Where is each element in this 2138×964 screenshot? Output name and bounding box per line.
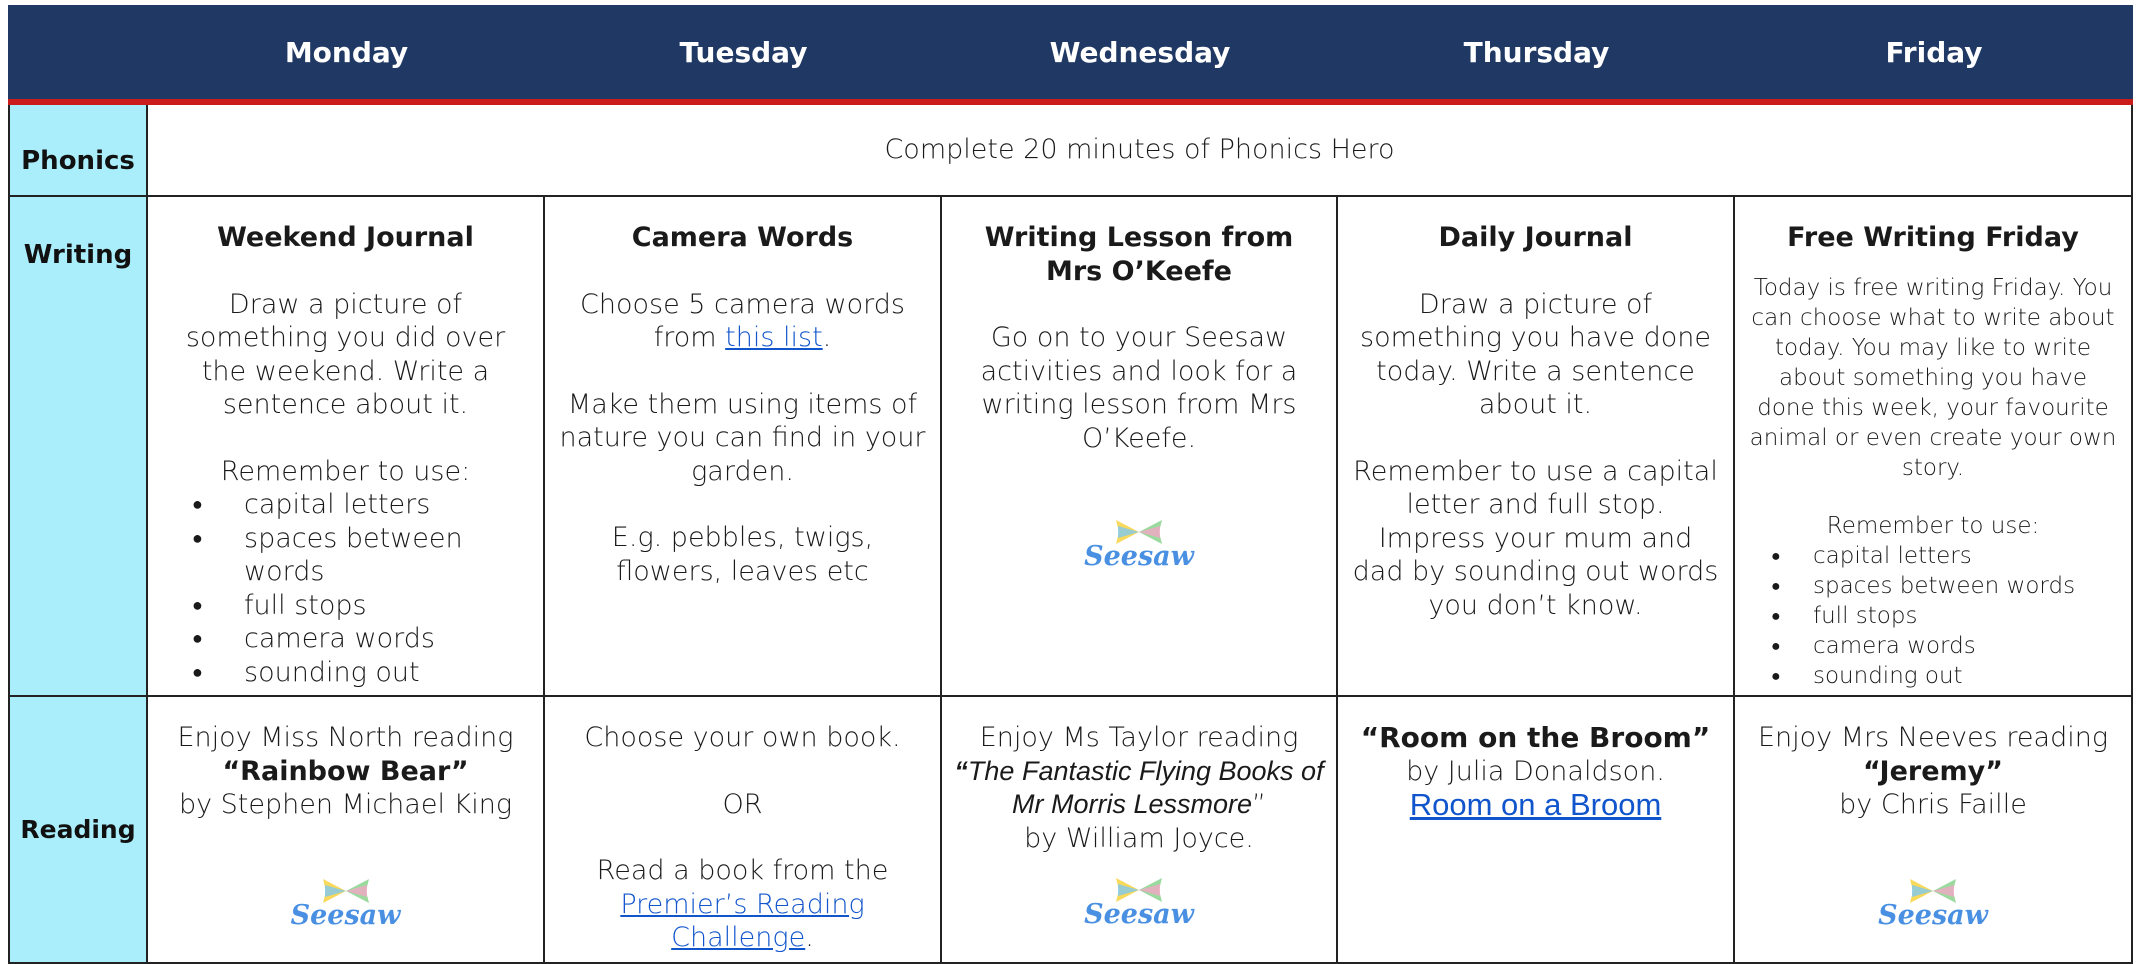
seesaw-logo-text: Seesaw [1084, 541, 1194, 572]
reading-friday-cell: Enjoy Mrs Neeves reading “Jeremy” by Chr… [1735, 697, 2133, 964]
reading-wednesday-book-line: “The Fantastic Flying Books of Mr Morris… [954, 755, 1324, 822]
seesaw-logo-text: Seesaw [290, 899, 401, 931]
writing-friday-remember: Remember to use: [1826, 512, 2040, 539]
camera-words-list-link[interactable]: this list [725, 322, 823, 353]
seesaw-logo-text: Seesaw [1084, 899, 1194, 930]
reading-thursday-author: by Julia Donaldson. [1406, 755, 1665, 787]
writing-tuesday-text: Choose 5 camera words from this list. [557, 288, 928, 355]
room-on-a-broom-link[interactable]: Room on a Broom [1410, 787, 1662, 822]
reading-wednesday-cell: Enjoy Ms Taylor reading “The Fantastic F… [942, 697, 1338, 964]
reading-tuesday-cell: Choose your own book. OR Read a book fro… [545, 697, 942, 964]
writing-monday-cell: Weekend Journal Draw a picture of someth… [148, 197, 545, 697]
reading-tuesday-line2: Read a book from the [596, 855, 889, 886]
reading-thursday-cell: “Room on the Broom” by Julia Donaldson. … [1338, 697, 1735, 964]
writing-tuesday-para2: Make them using items of nature you can … [559, 388, 926, 487]
row-label-phonics: Phonics [8, 105, 148, 197]
writing-tuesday-para3: E.g. pebbles, twigs, flowers, leaves etc [611, 522, 874, 587]
reading-monday-cell: Enjoy Miss North reading “Rainbow Bear” … [148, 697, 545, 964]
row-label-reading: Reading [8, 697, 148, 964]
phonics-task: Complete 20 minutes of Phonics Hero [148, 105, 2133, 197]
seesaw-logo-text: Seesaw [1878, 899, 1988, 931]
weekly-schedule-table: Monday Tuesday Wednesday Thursday Friday… [8, 5, 2133, 964]
list-item: camera words [186, 622, 531, 656]
list-item: full stops [186, 589, 531, 623]
reading-friday-line1: Enjoy Mrs Neeves reading [1757, 722, 2109, 753]
list-item: spaces between words [1765, 571, 2119, 601]
writing-friday-checklist: capital letters spaces between words ful… [1765, 541, 2119, 691]
writing-monday-text: Draw a picture of something you did over… [185, 288, 506, 421]
reading-monday-book: “Rainbow Bear” [222, 755, 469, 787]
writing-thursday-title: Daily Journal [1438, 222, 1633, 253]
list-item: spaces between words [186, 522, 531, 589]
writing-thursday-para2: Remember to use a capital letter and ful… [1352, 455, 1719, 621]
list-item: sounding out [186, 656, 531, 690]
writing-tuesday-cell: Camera Words Choose 5 camera words from … [545, 197, 942, 697]
list-item: full stops [1765, 601, 2119, 631]
reading-wednesday-book: The Fantastic Flying Books of Mr Morris … [967, 755, 1324, 820]
seesaw-logo[interactable]: Seesaw [160, 876, 531, 930]
writing-friday-text: Today is free writing Friday. You can ch… [1749, 274, 2117, 481]
seesaw-logo[interactable]: Seesaw [954, 875, 1324, 929]
writing-friday-cell: Free Writing Friday Today is free writin… [1735, 197, 2133, 697]
writing-wednesday-title: Writing Lesson from Mrs O’Keefe [984, 222, 1294, 287]
day-header-friday: Friday [1735, 5, 2133, 105]
day-header-tuesday: Tuesday [545, 5, 942, 105]
row-label-writing: Writing [8, 197, 148, 697]
reading-tuesday-link-line: Premier’s Reading Challenge. [557, 888, 928, 955]
writing-tuesday-title: Camera Words [631, 222, 854, 253]
reading-wednesday-book-open: “ [954, 755, 968, 786]
reading-friday-author: by Chris Faille [1839, 789, 2027, 820]
list-item: capital letters [186, 488, 531, 522]
reading-friday-book: “Jeremy” [1863, 755, 2003, 787]
writing-monday-remember: Remember to use: [220, 455, 471, 487]
reading-thursday-book: “Room on the Broom” [1360, 721, 1711, 754]
list-item: camera words [1765, 631, 2119, 661]
reading-tuesday-after: . [805, 922, 814, 953]
header-corner-cell [8, 5, 148, 105]
reading-tuesday-or: OR [722, 788, 763, 820]
writing-wednesday-text: Go on to your Seesaw activities and look… [980, 322, 1298, 454]
writing-wednesday-cell: Writing Lesson from Mrs O’Keefe Go on to… [942, 197, 1338, 697]
writing-tuesday-text-after: . [822, 322, 832, 353]
reading-wednesday-book-close: ” [1252, 789, 1267, 820]
writing-friday-title: Free Writing Friday [1787, 222, 2079, 253]
writing-thursday-text: Draw a picture of something you have don… [1360, 288, 1711, 421]
seesaw-logo[interactable]: Seesaw [954, 517, 1324, 571]
reading-monday-author: by Stephen Michael King [178, 789, 513, 820]
writing-monday-checklist: capital letters spaces between words ful… [186, 488, 531, 689]
premiers-reading-challenge-link[interactable]: Premier’s Reading Challenge [620, 889, 864, 954]
writing-monday-title: Weekend Journal [217, 222, 474, 253]
reading-monday-line1: Enjoy Miss North reading [177, 722, 514, 753]
reading-wednesday-line1: Enjoy Ms Taylor reading [979, 722, 1299, 753]
day-header-monday: Monday [148, 5, 545, 105]
reading-wednesday-author: by William Joyce. [1024, 822, 1254, 854]
list-item: sounding out [1765, 661, 2119, 691]
reading-tuesday-line1: Choose your own book. [584, 722, 901, 753]
list-item: capital letters [1765, 541, 2119, 571]
day-header-wednesday: Wednesday [942, 5, 1338, 105]
writing-thursday-cell: Daily Journal Draw a picture of somethin… [1338, 197, 1735, 697]
day-header-thursday: Thursday [1338, 5, 1735, 105]
seesaw-logo[interactable]: Seesaw [1747, 876, 2119, 930]
